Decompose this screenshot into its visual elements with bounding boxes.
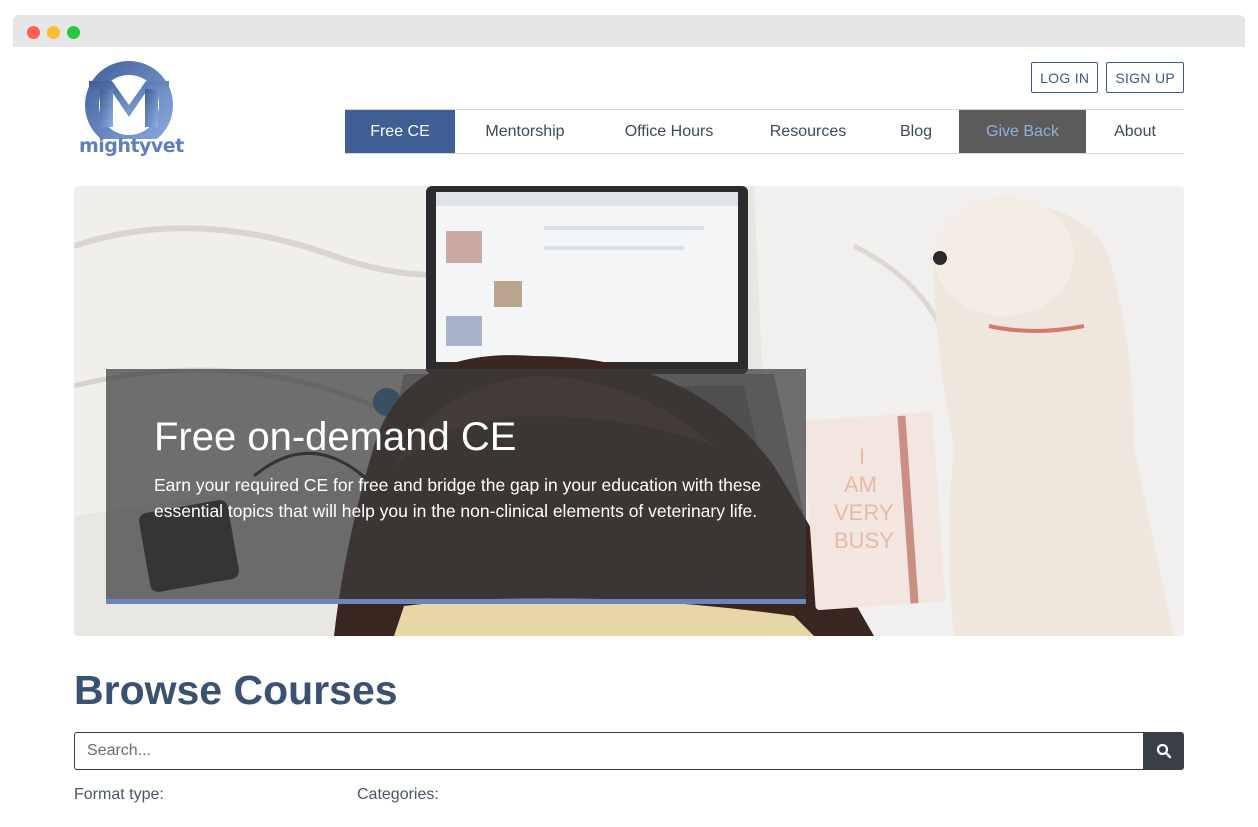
categories-label: Categories: <box>357 786 439 803</box>
notebook-text-line-4: BUSY <box>834 528 894 553</box>
mightyvet-logo[interactable]: mightyvet <box>74 59 186 159</box>
minimize-window-dot[interactable] <box>47 26 60 39</box>
browse-courses-heading: Browse Courses <box>74 667 398 713</box>
close-window-dot[interactable] <box>27 26 40 39</box>
hero-banner: I AM VERY BUSY Free on-demand CE Earn yo… <box>74 186 1184 636</box>
nav-item-blog[interactable]: Blog <box>873 110 959 153</box>
search-icon <box>1156 743 1171 759</box>
course-search <box>74 732 1184 770</box>
search-button[interactable] <box>1143 732 1184 770</box>
hero-caption-box: Free on-demand CE Earn your required CE … <box>106 369 806 604</box>
notebook-text-line-1: I <box>859 444 865 469</box>
maximize-window-dot[interactable] <box>67 26 80 39</box>
format-type-label: Format type: <box>74 786 164 803</box>
hero-description: Earn your required CE for free and bridg… <box>154 475 762 521</box>
nav-item-give-back[interactable]: Give Back <box>959 110 1086 153</box>
nav-item-office-hours[interactable]: Office Hours <box>595 110 743 153</box>
login-button[interactable]: LOG IN <box>1031 62 1099 93</box>
notebook-text-line-3: VERY <box>834 500 894 525</box>
browser-chrome <box>13 15 1245 47</box>
auth-buttons: LOG IN SIGN UP <box>1031 62 1184 93</box>
mightyvet-logo-icon <box>85 61 173 149</box>
search-input[interactable] <box>74 732 1143 770</box>
signup-button[interactable]: SIGN UP <box>1106 62 1184 93</box>
hero-title: Free on-demand CE <box>154 415 517 459</box>
nav-item-about[interactable]: About <box>1086 110 1184 153</box>
nav-item-free-ce[interactable]: Free CE <box>345 110 455 153</box>
page: mightyvet LOG IN SIGN UP Free CE Mentors… <box>13 47 1245 827</box>
nav-item-resources[interactable]: Resources <box>743 110 873 153</box>
nav-item-mentorship[interactable]: Mentorship <box>455 110 595 153</box>
logo-wordmark: mightyvet <box>79 135 184 157</box>
main-nav: Free CE Mentorship Office Hours Resource… <box>345 109 1184 154</box>
notebook-text-line-2: AM <box>844 472 877 497</box>
